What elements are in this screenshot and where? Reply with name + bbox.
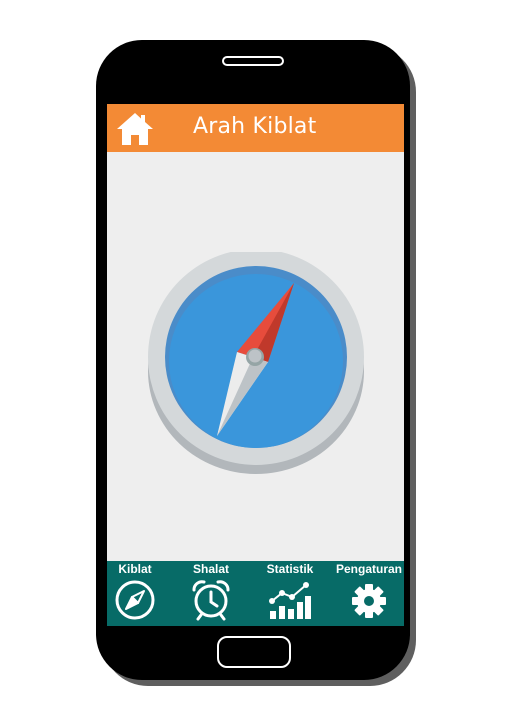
compass-icon	[148, 252, 364, 474]
nav-label: Statistik	[266, 562, 314, 576]
bottom-nav: Kiblat Shalat Statistik Pengaturan	[107, 561, 404, 626]
bar-chart-icon[interactable]	[268, 579, 312, 621]
nav-item-shalat[interactable]: Shalat	[186, 561, 236, 626]
gear-icon[interactable]	[347, 579, 391, 621]
nav-label: Shalat	[192, 562, 229, 576]
compass-icon[interactable]	[113, 579, 157, 621]
home-icon[interactable]	[116, 112, 154, 146]
nav-item-kiblat[interactable]: Kiblat	[110, 561, 160, 626]
app-header: Arah Kiblat	[107, 104, 404, 152]
phone-speaker	[222, 56, 284, 66]
nav-label: Pengaturan	[335, 562, 402, 576]
app-screen: Arah Kiblat Kiblat Shalat Statistik Peng…	[107, 104, 404, 626]
nav-item-statistik[interactable]: Statistik	[265, 561, 315, 626]
alarm-clock-icon[interactable]	[189, 579, 233, 621]
nav-label: Kiblat	[118, 562, 152, 576]
phone-home-button[interactable]	[217, 636, 291, 668]
nav-item-pengaturan[interactable]: Pengaturan	[334, 561, 404, 626]
page-title: Arah Kiblat	[193, 114, 317, 139]
